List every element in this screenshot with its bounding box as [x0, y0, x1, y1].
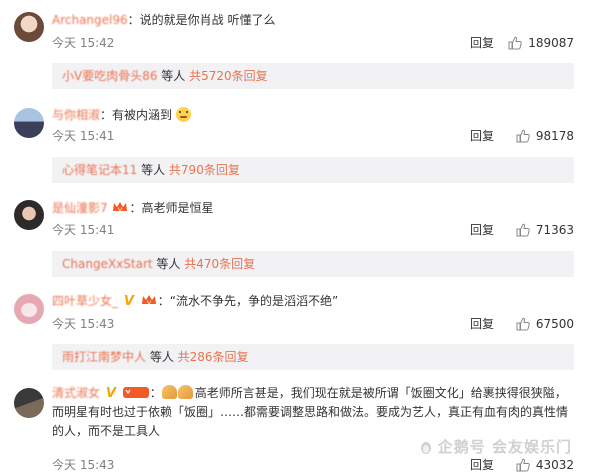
username[interactable]: 是仙潼影7: [52, 201, 108, 215]
reply-count-link[interactable]: 共286条回复: [178, 350, 249, 364]
thumbs-up-icon: [516, 458, 530, 472]
comment-text: 说的就是你肖战 听懂了么: [139, 13, 276, 27]
prayer-emoji-icon: [177, 385, 193, 399]
reply-count-link[interactable]: 共470条回复: [184, 257, 255, 271]
thumbs-up-icon: [516, 317, 530, 331]
reply-user[interactable]: 小V要吃肉骨头86: [62, 69, 157, 83]
reply-button[interactable]: 回复: [470, 36, 494, 50]
emoji-icon: [175, 107, 191, 122]
like-count: 67500: [535, 317, 574, 331]
watermark: 企鹅号 会友娱乐门: [418, 436, 572, 457]
reply-summary[interactable]: 雨打江南梦中人 等人 共286条回复: [52, 344, 574, 370]
member-badge-icon: V: [113, 202, 128, 214]
comment-text: 高老师是恒星: [141, 201, 214, 215]
timestamp: 今天 15:42: [52, 36, 115, 50]
verified-v-icon: V: [105, 386, 116, 401]
like-count: 98178: [535, 129, 574, 143]
like-count: 43032: [535, 458, 574, 472]
member-badge-icon: [122, 387, 149, 398]
reply-user[interactable]: 心得笔记本11: [62, 163, 137, 177]
comment-text: “流水不争先，争的是滔滔不绝”: [169, 294, 339, 308]
timestamp: 今天 15:43: [52, 317, 115, 331]
like-button[interactable]: 71363: [516, 223, 574, 237]
watermark-text: 企鹅号 会友娱乐门: [437, 438, 572, 456]
like-button[interactable]: 43032: [516, 458, 574, 472]
reply-summary[interactable]: 小V要吃肉骨头86 等人 共5720条回复: [52, 63, 574, 89]
reply-button[interactable]: 回复: [470, 223, 494, 237]
reply-summary-label: 等人: [137, 163, 169, 177]
reply-button[interactable]: 回复: [470, 317, 494, 331]
reply-summary-label: 等人: [146, 350, 178, 364]
timestamp: 今天 15:43: [52, 458, 115, 472]
penguin-logo-icon: [420, 441, 431, 454]
reply-user[interactable]: ChangeXxStart: [62, 257, 153, 271]
like-count: 71363: [535, 223, 574, 237]
avatar[interactable]: [14, 108, 44, 138]
timestamp: 今天 15:41: [52, 223, 115, 237]
username[interactable]: 清式淑女: [52, 386, 100, 400]
avatar[interactable]: [14, 294, 44, 324]
thumbs-up-icon: [508, 36, 522, 50]
member-badge-icon: V: [141, 295, 156, 307]
reply-button[interactable]: 回复: [470, 129, 494, 143]
thumbs-up-icon: [516, 129, 530, 143]
like-button[interactable]: 189087: [508, 36, 574, 50]
username[interactable]: Archangel96: [52, 13, 128, 27]
username[interactable]: 四叶草少女_: [52, 294, 118, 308]
thumbs-up-icon: [516, 223, 530, 237]
timestamp: 今天 15:41: [52, 129, 115, 143]
reply-user[interactable]: 雨打江南梦中人: [62, 350, 146, 364]
like-button[interactable]: 67500: [516, 317, 574, 331]
reply-count-link[interactable]: 共790条回复: [169, 163, 240, 177]
reply-summary-label: 等人: [157, 69, 190, 83]
reply-summary[interactable]: ChangeXxStart 等人 共470条回复: [52, 251, 574, 277]
avatar[interactable]: [14, 200, 44, 230]
like-button[interactable]: 98178: [516, 129, 574, 143]
username[interactable]: 与你相淑: [52, 108, 100, 122]
reply-count-link[interactable]: 共5720条回复: [189, 69, 268, 83]
avatar[interactable]: [14, 12, 44, 42]
reply-summary-label: 等人: [152, 257, 185, 271]
like-count: 189087: [528, 36, 574, 50]
verified-v-icon: V: [123, 294, 134, 309]
prayer-emoji-icon: [161, 385, 177, 399]
reply-button[interactable]: 回复: [470, 458, 494, 472]
avatar[interactable]: [14, 388, 44, 418]
comment-text: 有被内涵到: [112, 108, 173, 122]
reply-summary[interactable]: 心得笔记本11 等人 共790条回复: [52, 157, 574, 183]
